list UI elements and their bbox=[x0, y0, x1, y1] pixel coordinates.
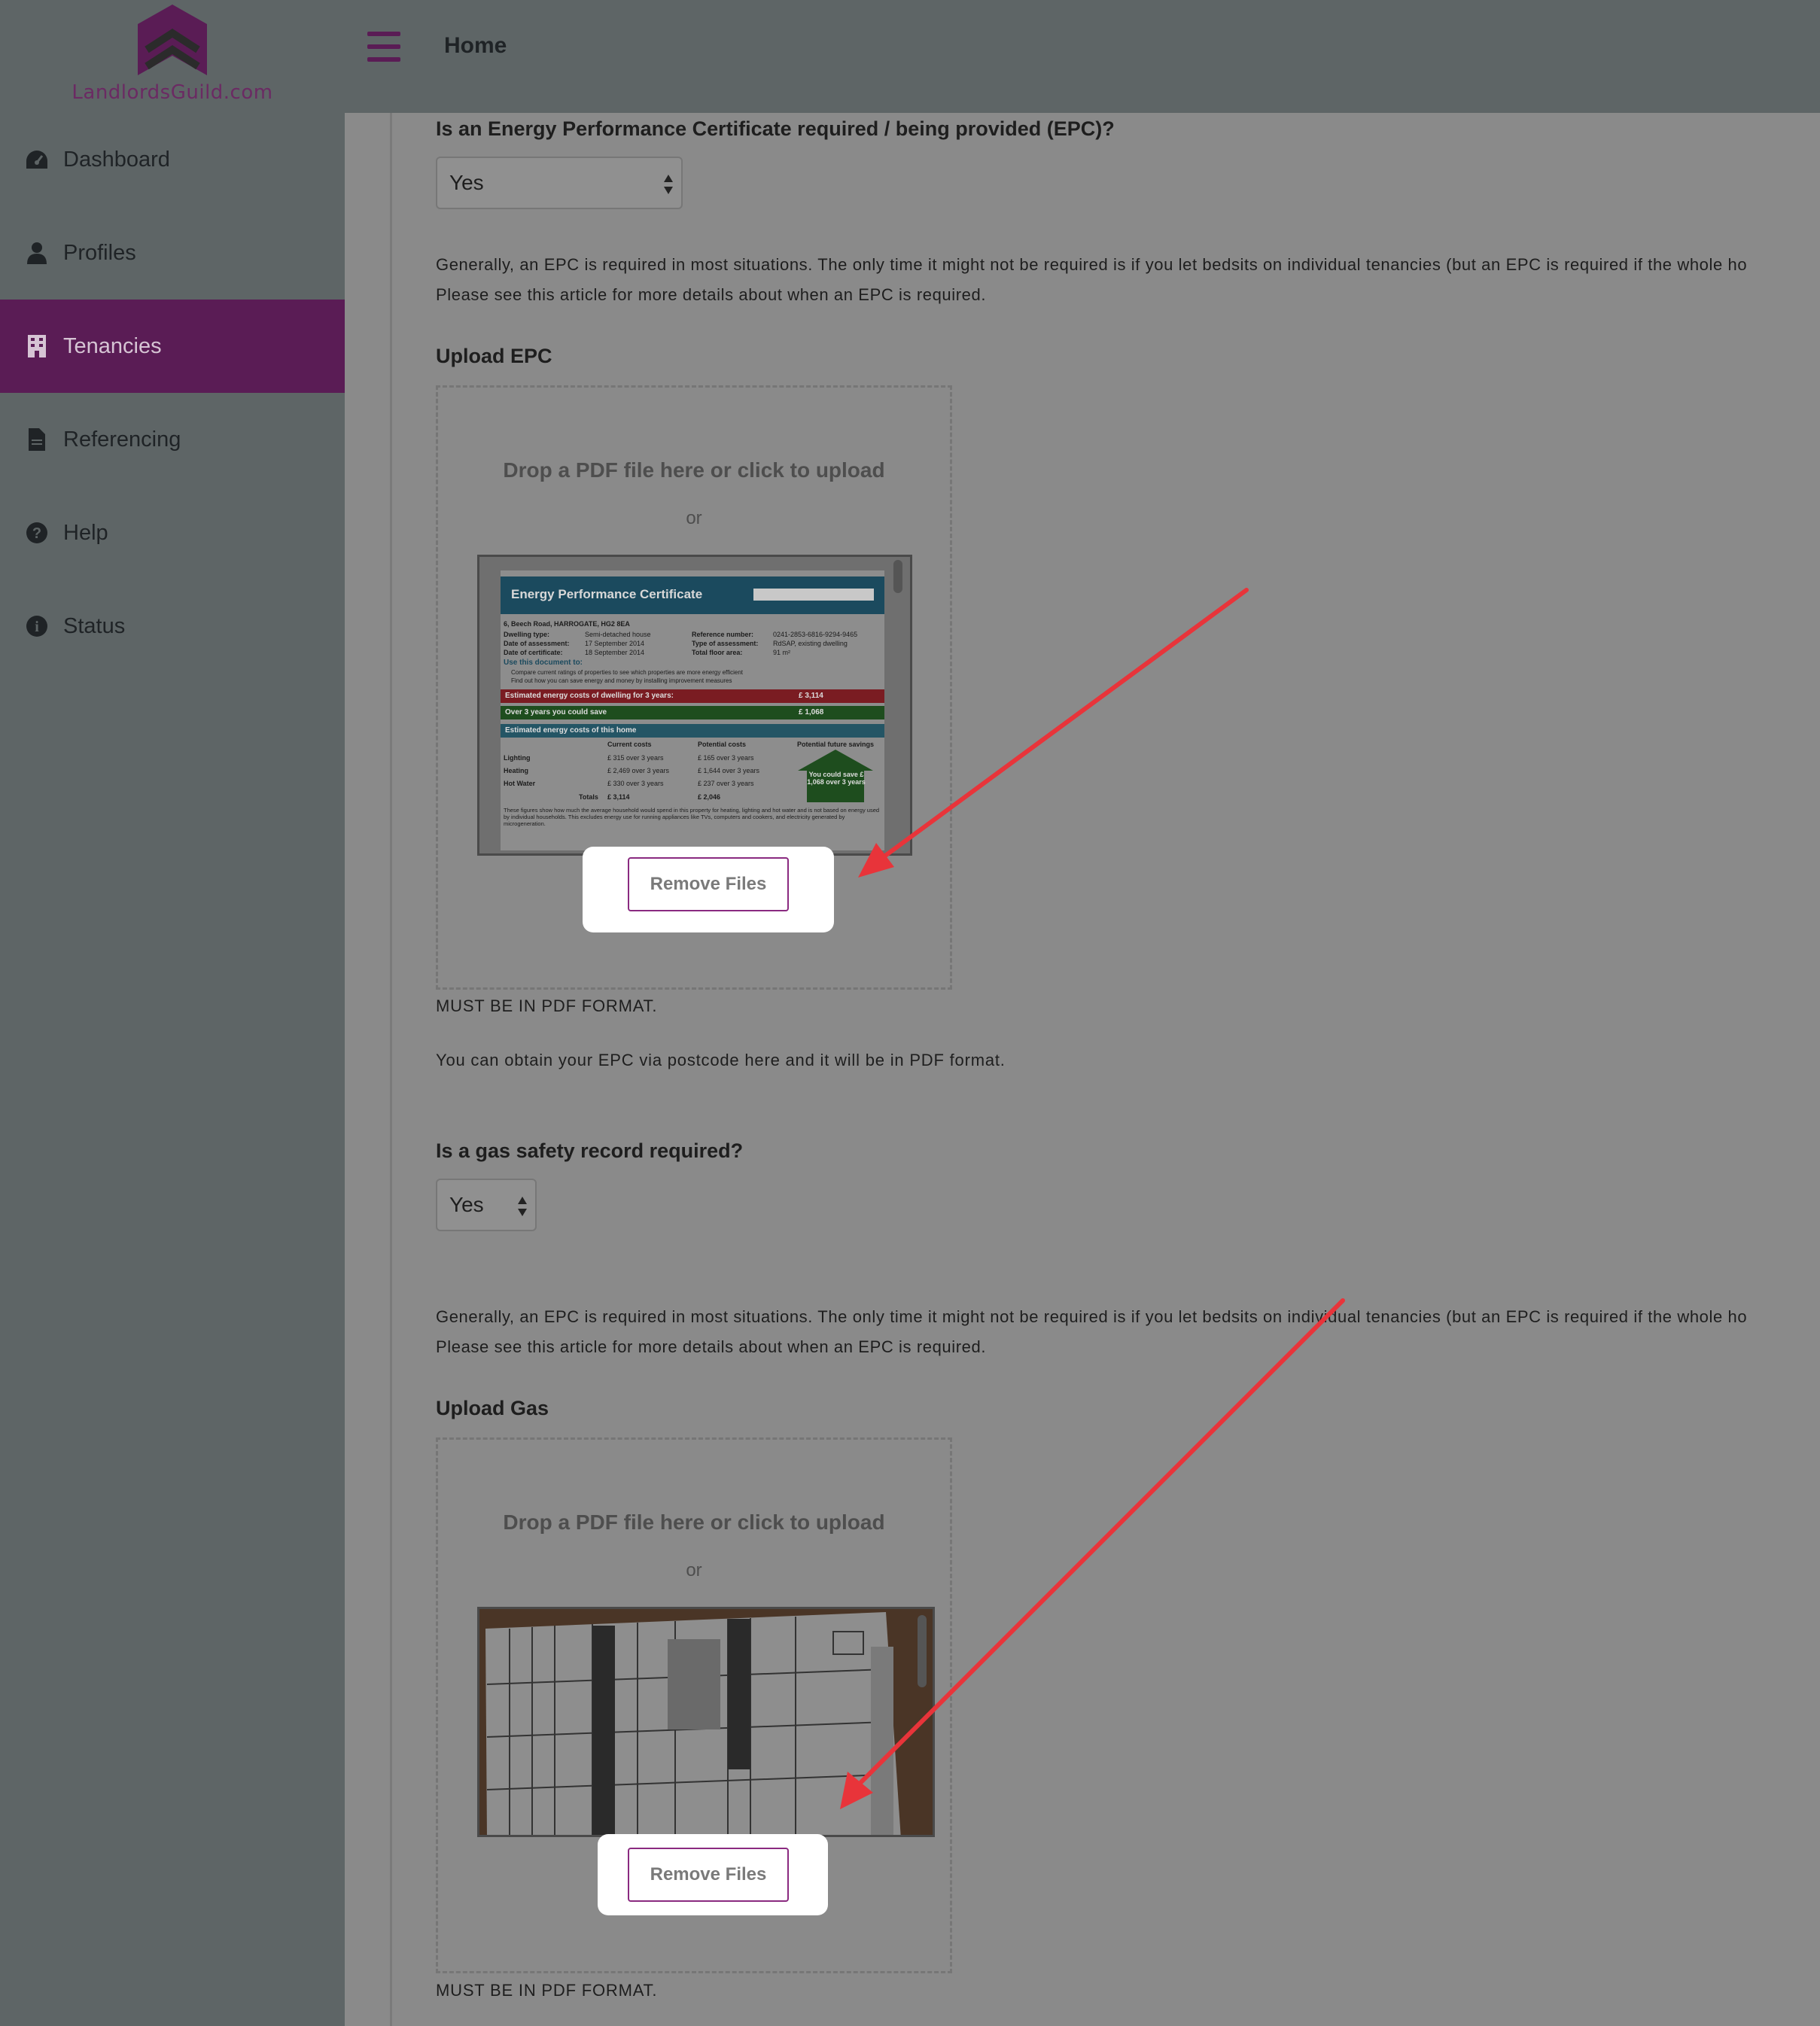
arrow-line-epc bbox=[880, 588, 1249, 860]
arrow-head-epc bbox=[858, 843, 894, 878]
arrow-line-gas bbox=[856, 1298, 1345, 1787]
annotation-arrows bbox=[840, 588, 1345, 1809]
